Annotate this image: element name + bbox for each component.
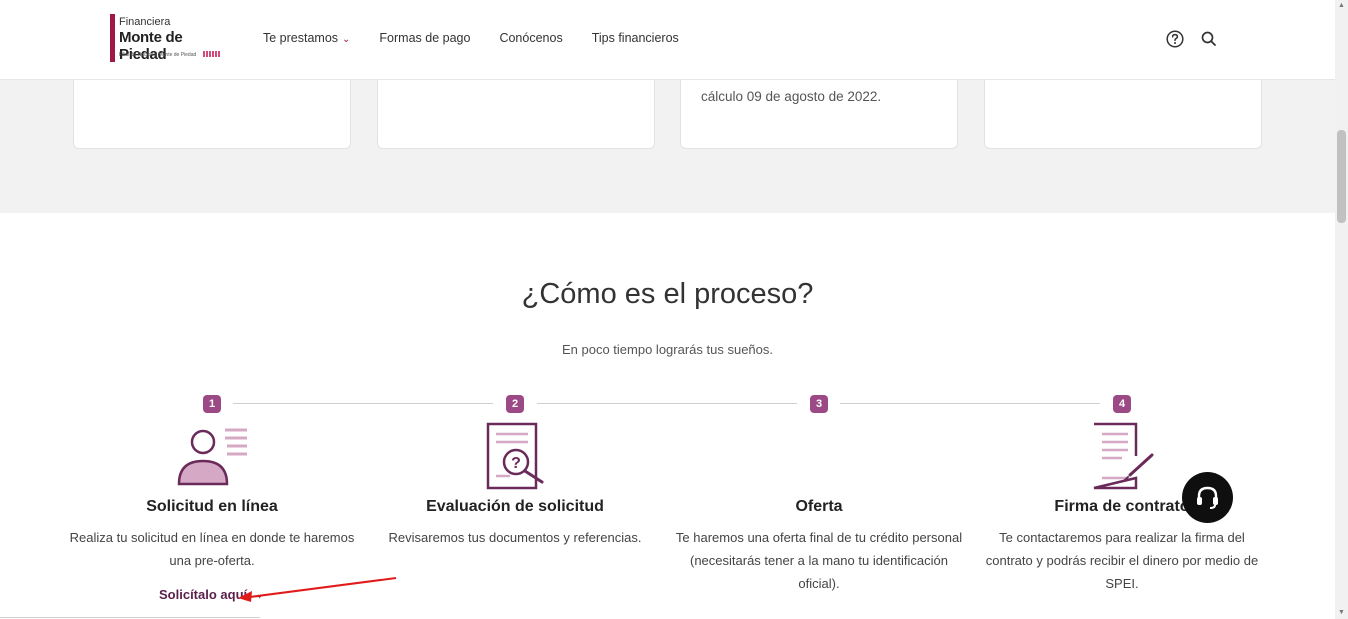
step-number-badge: 2 <box>506 395 524 413</box>
info-card-1 <box>73 80 351 149</box>
nav-item-conocenos[interactable]: Conócenos <box>499 31 562 45</box>
step-title: Oferta <box>795 498 843 515</box>
step-title: Solicitud en línea <box>146 498 278 515</box>
chat-support-button[interactable] <box>1182 472 1233 523</box>
process-subtitle: En poco tiempo lograrás tus sueños. <box>561 342 773 357</box>
info-card-2 <box>377 80 655 149</box>
scrollbar-thumb[interactable] <box>1337 130 1346 223</box>
document-search-icon: ? <box>486 422 544 490</box>
logo-line1: Financiera <box>119 16 171 28</box>
scrollbar-track[interactable] <box>1335 0 1348 619</box>
contract-sign-icon <box>1093 422 1154 490</box>
info-card-4 <box>984 80 1262 149</box>
logo-wave <box>203 51 221 57</box>
svg-text:?: ? <box>511 455 521 472</box>
brand-logo[interactable]: Financiera Monte de Piedad Filial de Nac… <box>110 14 230 63</box>
step-description: Te contactaremos para realizar la firma … <box>985 530 1259 591</box>
arrow-right-icon: → <box>250 587 264 602</box>
step-number-badge: 3 <box>810 395 828 413</box>
step-number-badge: 1 <box>203 395 221 413</box>
nav-item-te-prestamos[interactable]: Te prestamos ⌄ <box>263 31 350 45</box>
logo-bar <box>110 14 115 62</box>
main-nav: Te prestamos ⌄ Formas de pago Conócenos T… <box>263 31 679 45</box>
chevron-down-icon: ⌄ <box>342 34 351 45</box>
step-connector <box>840 403 1100 404</box>
scroll-up-arrow-icon[interactable]: ▲ <box>1335 0 1348 12</box>
step-connector <box>537 403 797 404</box>
step-description: Te haremos una oferta final de tu crédit… <box>675 530 963 591</box>
apply-link[interactable]: Solicítalo aquí → <box>159 587 264 602</box>
scroll-down-arrow-icon[interactable]: ▼ <box>1335 607 1348 619</box>
nav-item-tips-financieros[interactable]: Tips financieros <box>592 31 679 45</box>
step-description: Revisaremos tus documentos y referencias… <box>388 530 642 545</box>
help-circle-icon[interactable] <box>1165 29 1185 49</box>
step-description: Realiza tu solicitud en línea en donde t… <box>69 530 355 568</box>
logo-line3: Filial de Nacional Monte de Piedad <box>119 52 197 58</box>
info-card-3: cálculo 09 de agosto de 2022. <box>680 80 958 149</box>
card-date-text: cálculo 09 de agosto de 2022. <box>701 89 882 104</box>
headset-icon <box>1197 486 1218 509</box>
site-header: Financiera Monte de Piedad Filial de Nac… <box>0 0 1335 80</box>
step-number-badge: 4 <box>1113 395 1131 413</box>
user-profile-icon <box>177 428 247 486</box>
step-connector <box>233 403 493 404</box>
search-icon[interactable] <box>1199 29 1219 49</box>
step-title: Evaluación de solicitud <box>426 498 604 515</box>
process-title: ¿Cómo es el proceso? <box>521 278 814 310</box>
divider <box>0 617 260 618</box>
nav-item-formas-de-pago[interactable]: Formas de pago <box>379 31 470 45</box>
